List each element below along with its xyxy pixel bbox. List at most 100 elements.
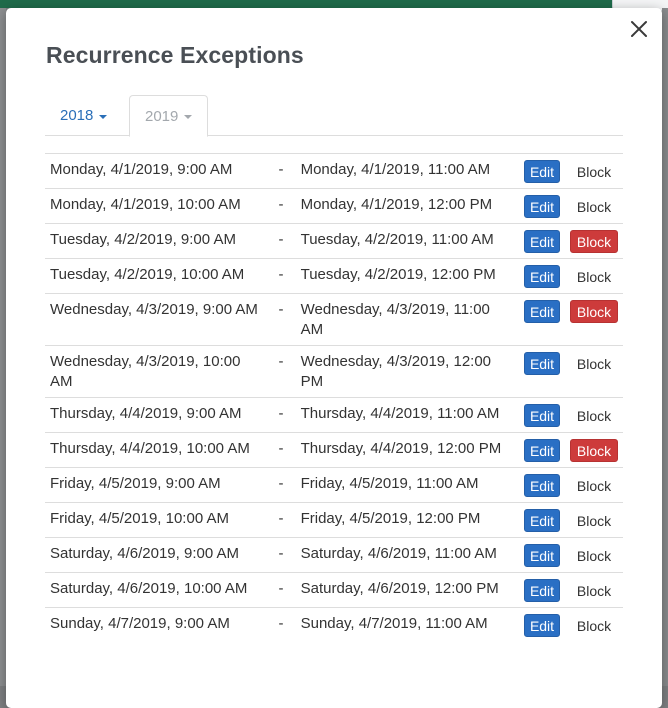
table-row: Monday, 4/1/2019, 9:00 AM - Monday, 4/1/…	[45, 153, 623, 189]
edit-button[interactable]: Edit	[524, 195, 560, 218]
background-header-bar	[0, 0, 668, 8]
table-row: Tuesday, 4/2/2019, 10:00 AM - Tuesday, 4…	[45, 258, 623, 294]
range-separator: -	[266, 467, 296, 503]
table-row: Thursday, 4/4/2019, 9:00 AM - Thursday, …	[45, 397, 623, 433]
modal-title: Recurrence Exceptions	[46, 42, 304, 68]
recurrence-exceptions-modal: Recurrence Exceptions 2018 2019 Monday, …	[6, 8, 662, 708]
background-page-edge-right	[662, 8, 668, 686]
block-button[interactable]: Block	[570, 544, 618, 567]
edit-button[interactable]: Edit	[524, 404, 560, 427]
edit-button[interactable]: Edit	[524, 230, 560, 253]
start-time: Saturday, 4/6/2019, 10:00 AM	[45, 572, 267, 608]
block-button[interactable]: Block	[570, 509, 618, 532]
start-time: Saturday, 4/6/2019, 9:00 AM	[45, 537, 267, 573]
end-time: Thursday, 4/4/2019, 12:00 PM	[295, 432, 519, 468]
caret-down-icon	[184, 115, 193, 119]
table-row: Thursday, 4/4/2019, 10:00 AM - Thursday,…	[45, 432, 623, 468]
edit-button[interactable]: Edit	[524, 474, 560, 497]
row-actions: Edit Block	[519, 223, 623, 259]
range-separator: -	[266, 397, 296, 433]
table-row: Sunday, 4/7/2019, 9:00 AM - Sunday, 4/7/…	[45, 607, 623, 642]
edit-button[interactable]: Edit	[524, 300, 560, 323]
caret-down-icon	[99, 114, 108, 119]
block-button[interactable]: Block	[570, 352, 618, 375]
block-button[interactable]: Block	[570, 160, 618, 183]
table-row: Monday, 4/1/2019, 10:00 AM - Monday, 4/1…	[45, 188, 623, 224]
year-tabs: 2018 2019	[45, 95, 623, 137]
end-time: Wednesday, 4/3/2019, 11:00 AM	[295, 293, 519, 346]
end-time: Tuesday, 4/2/2019, 12:00 PM	[295, 258, 519, 294]
end-time: Monday, 4/1/2019, 12:00 PM	[295, 188, 519, 224]
table-row: Friday, 4/5/2019, 9:00 AM - Friday, 4/5/…	[45, 467, 623, 503]
end-time: Friday, 4/5/2019, 12:00 PM	[295, 502, 519, 538]
start-time: Friday, 4/5/2019, 9:00 AM	[45, 467, 267, 503]
block-button[interactable]: Block	[570, 474, 618, 497]
range-separator: -	[266, 607, 296, 642]
tab-2018[interactable]: 2018	[45, 95, 122, 136]
start-time: Thursday, 4/4/2019, 10:00 AM	[45, 432, 267, 468]
edit-button[interactable]: Edit	[524, 614, 560, 637]
tab-label: 2018	[60, 107, 94, 124]
range-separator: -	[266, 572, 296, 608]
edit-button[interactable]: Edit	[524, 352, 560, 375]
start-time: Tuesday, 4/2/2019, 10:00 AM	[45, 258, 267, 294]
range-separator: -	[266, 258, 296, 294]
end-time: Sunday, 4/7/2019, 11:00 AM	[295, 607, 519, 642]
row-actions: Edit Block	[519, 537, 623, 573]
range-separator: -	[266, 345, 296, 398]
end-time: Monday, 4/1/2019, 11:00 AM	[295, 153, 519, 189]
row-actions: Edit Block	[519, 502, 623, 538]
range-separator: -	[266, 537, 296, 573]
end-time: Saturday, 4/6/2019, 11:00 AM	[295, 537, 519, 573]
block-button[interactable]: Block	[570, 300, 618, 323]
row-actions: Edit Block	[519, 293, 623, 346]
edit-button[interactable]: Edit	[524, 265, 560, 288]
start-time: Tuesday, 4/2/2019, 9:00 AM	[45, 223, 267, 259]
block-button[interactable]: Block	[570, 614, 618, 637]
range-separator: -	[266, 432, 296, 468]
range-separator: -	[266, 153, 296, 189]
edit-button[interactable]: Edit	[524, 439, 560, 462]
block-button[interactable]: Block	[570, 439, 618, 462]
table-row: Wednesday, 4/3/2019, 10:00 AM - Wednesda…	[45, 345, 623, 398]
row-actions: Edit Block	[519, 345, 623, 398]
tab-2019[interactable]: 2019	[129, 95, 209, 137]
edit-button[interactable]: Edit	[524, 544, 560, 567]
range-separator: -	[266, 223, 296, 259]
range-separator: -	[266, 502, 296, 538]
edit-button[interactable]: Edit	[524, 509, 560, 532]
edit-button[interactable]: Edit	[524, 160, 560, 183]
table-row: Saturday, 4/6/2019, 10:00 AM - Saturday,…	[45, 572, 623, 608]
end-time: Friday, 4/5/2019, 11:00 AM	[295, 467, 519, 503]
end-time: Saturday, 4/6/2019, 12:00 PM	[295, 572, 519, 608]
start-time: Monday, 4/1/2019, 10:00 AM	[45, 188, 267, 224]
close-icon	[631, 21, 647, 37]
range-separator: -	[266, 188, 296, 224]
row-actions: Edit Block	[519, 397, 623, 433]
end-time: Thursday, 4/4/2019, 11:00 AM	[295, 397, 519, 433]
row-actions: Edit Block	[519, 607, 623, 642]
block-button[interactable]: Block	[570, 404, 618, 427]
table-row: Saturday, 4/6/2019, 9:00 AM - Saturday, …	[45, 537, 623, 573]
table-row: Wednesday, 4/3/2019, 9:00 AM - Wednesday…	[45, 293, 623, 346]
block-button[interactable]: Block	[570, 579, 618, 602]
close-button[interactable]	[626, 16, 652, 42]
start-time: Sunday, 4/7/2019, 9:00 AM	[45, 607, 267, 642]
edit-button[interactable]: Edit	[524, 579, 560, 602]
block-button[interactable]: Block	[570, 195, 618, 218]
row-actions: Edit Block	[519, 572, 623, 608]
range-separator: -	[266, 293, 296, 346]
start-time: Friday, 4/5/2019, 10:00 AM	[45, 502, 267, 538]
row-actions: Edit Block	[519, 467, 623, 503]
start-time: Thursday, 4/4/2019, 9:00 AM	[45, 397, 267, 433]
table-row: Tuesday, 4/2/2019, 9:00 AM - Tuesday, 4/…	[45, 223, 623, 259]
block-button[interactable]: Block	[570, 265, 618, 288]
row-actions: Edit Block	[519, 258, 623, 294]
exceptions-table: Monday, 4/1/2019, 9:00 AM - Monday, 4/1/…	[45, 153, 623, 642]
row-actions: Edit Block	[519, 153, 623, 189]
start-time: Wednesday, 4/3/2019, 9:00 AM	[45, 293, 267, 346]
start-time: Monday, 4/1/2019, 9:00 AM	[45, 153, 267, 189]
row-actions: Edit Block	[519, 432, 623, 468]
block-button[interactable]: Block	[570, 230, 618, 253]
row-actions: Edit Block	[519, 188, 623, 224]
